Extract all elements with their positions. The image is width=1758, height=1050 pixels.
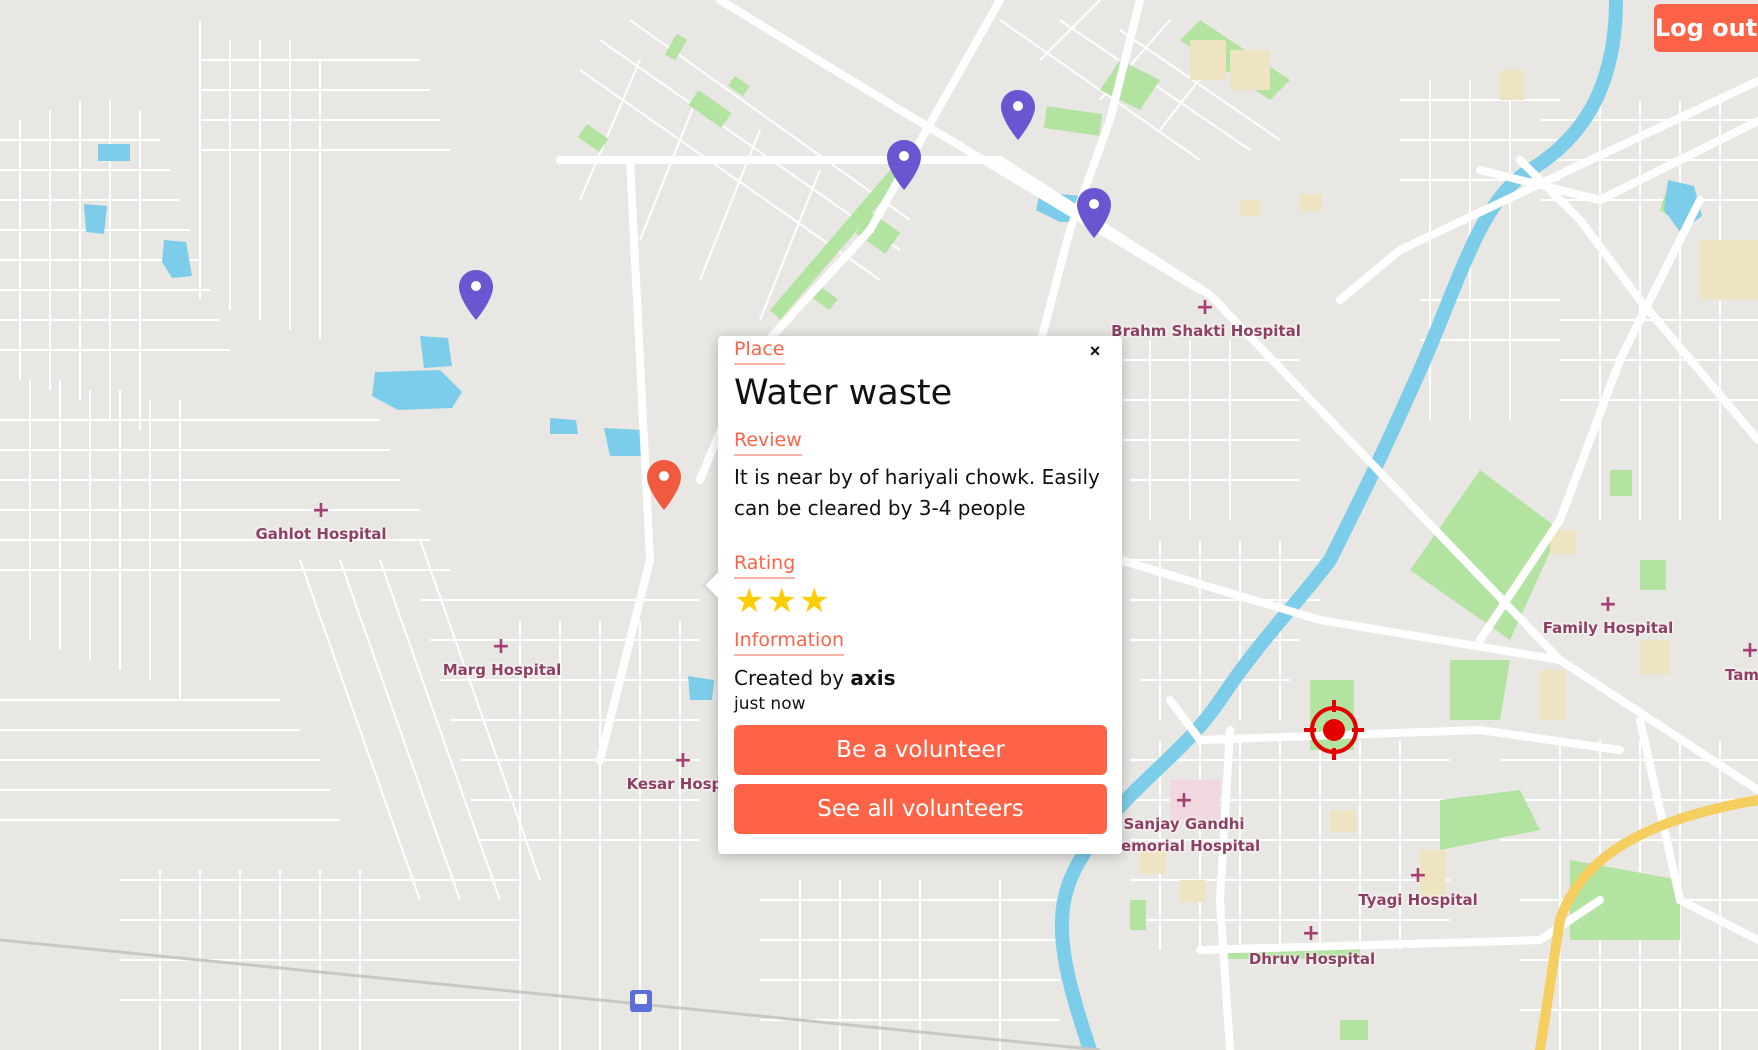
hospital-cross-icon: + (1195, 295, 1215, 320)
created-time: just now (734, 694, 806, 714)
close-icon[interactable]: × (1086, 342, 1104, 360)
information-label: Information (734, 627, 844, 656)
map-label-sanjay-gandhi: Sanjay Gandhi (1123, 815, 1245, 833)
be-a-volunteer-button[interactable]: Be a volunteer (734, 725, 1107, 775)
review-text: It is near by of hariyali chowk. Easily … (734, 465, 1100, 520)
hospital-cross-icon: + (673, 748, 693, 773)
see-all-volunteers-button[interactable]: See all volunteers (734, 784, 1107, 834)
logout-button[interactable]: Log out (1654, 4, 1758, 52)
hospital-cross-icon: + (1408, 863, 1428, 888)
map-pin-icon[interactable] (1076, 188, 1112, 238)
map-label-kesar: Kesar Hospi (626, 775, 728, 793)
map-label-gahlot: Gahlot Hospital (255, 525, 387, 543)
place-title: Water waste (734, 373, 953, 413)
review-label: Review (734, 427, 802, 456)
hospital-cross-icon: + (1174, 788, 1194, 813)
hospital-cross-icon: + (491, 634, 511, 659)
hospital-cross-icon: + (1740, 638, 1758, 663)
created-by: Created by axis (734, 664, 1110, 692)
map-label-family: Family Hospital (1542, 619, 1674, 637)
hospital-cross-icon: + (311, 498, 331, 523)
rating-stars: ★★★ (734, 581, 832, 621)
place-popup: × Place Water waste Review It is near by… (718, 336, 1122, 854)
map-pin-icon[interactable] (1000, 90, 1036, 140)
map-label-memorial-hospital: lemorial Hospital (1115, 837, 1261, 855)
map-pin-icon-selected[interactable] (646, 460, 682, 510)
map-label-dhruv: Dhruv Hospital (1248, 950, 1376, 968)
map-label-brahm-shakti: Brahm Shakti Hospital (1111, 322, 1301, 340)
rating-label: Rating (734, 550, 796, 579)
map-pin-icon[interactable] (886, 140, 922, 190)
hospital-cross-icon: + (1598, 592, 1618, 617)
map-label-tyagi: Tyagi Hospital (1358, 891, 1478, 909)
place-label: Place (734, 336, 785, 365)
map-label-tam: Tam (1724, 666, 1758, 684)
created-by-user: axis (850, 666, 896, 690)
map-label-marg: Marg Hospital (442, 661, 562, 679)
created-by-prefix: Created by (734, 666, 845, 690)
hospital-cross-icon: + (1301, 921, 1321, 946)
map-pin-icon[interactable] (458, 270, 494, 320)
train-station-icon[interactable] (630, 990, 652, 1012)
